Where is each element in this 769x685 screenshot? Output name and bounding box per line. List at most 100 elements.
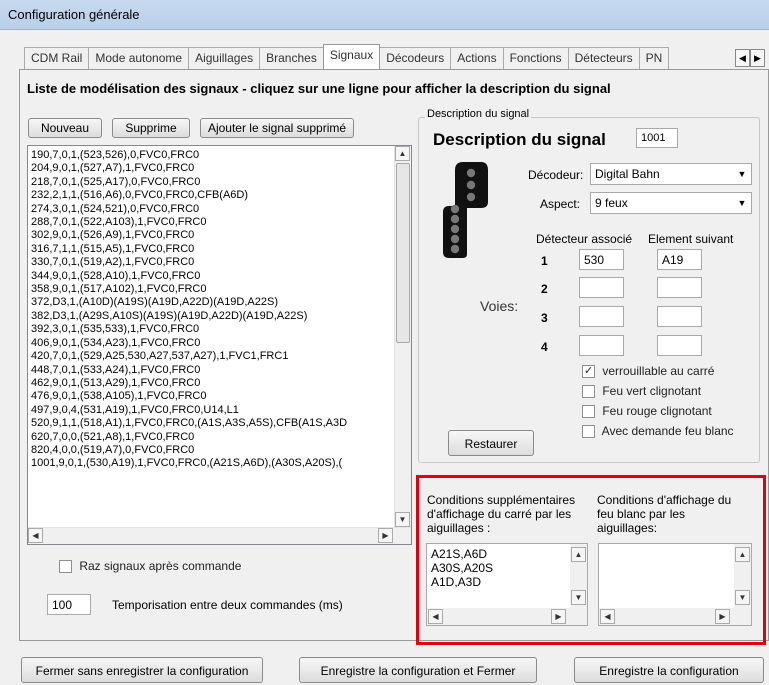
tempo-label: Temporisation entre deux commandes (ms) bbox=[112, 598, 343, 612]
list-item[interactable]: 406,9,0,1,(534,A23),1,FVC0,FRC0 bbox=[31, 337, 396, 350]
feu-rouge-checkbox[interactable] bbox=[582, 405, 595, 419]
window-title: Configuration générale bbox=[0, 0, 769, 30]
tab-signaux[interactable]: Signaux bbox=[322, 44, 381, 69]
verrouillable-label: verrouillable au carré bbox=[602, 364, 715, 378]
voie-number-3: 3 bbox=[541, 311, 548, 325]
next-element-column-header: Element suivant bbox=[648, 232, 734, 246]
dropdown-arrow-icon[interactable]: ▼ bbox=[733, 164, 751, 184]
save-and-close-button[interactable]: Enregistre la configuration et Fermer bbox=[299, 657, 537, 683]
feu-rouge-row[interactable]: Feu rouge clignotant bbox=[582, 404, 712, 419]
voie-number-2: 2 bbox=[541, 282, 548, 296]
signal-list-items: 190,7,0,1,(523,526),0,FVC0,FRC0 204,9,0,… bbox=[28, 146, 396, 529]
save-button[interactable]: Enregistre la configuration bbox=[574, 657, 764, 683]
list-item[interactable]: 497,9,0,4,(531,A19),1,FVC0,FRC0,U14,L1 bbox=[31, 404, 396, 417]
scroll-up-icon[interactable]: ▲ bbox=[395, 146, 410, 161]
detector-input-1[interactable]: 530 bbox=[579, 249, 624, 270]
signal-list-hscroll[interactable]: ◀ ▶ bbox=[28, 527, 411, 544]
list-item[interactable]: 358,9,0,1,(517,A102),1,FVC0,FRC0 bbox=[31, 283, 396, 296]
raz-label: Raz signaux après commande bbox=[79, 559, 242, 573]
list-item[interactable]: 520,9,1,1,(518,A1),1,FVC0,FRC0,(A1S,A3S,… bbox=[31, 417, 396, 430]
list-item[interactable]: 302,9,0,1,(526,A9),1,FVC0,FRC0 bbox=[31, 229, 396, 242]
feu-blanc-row[interactable]: Avec demande feu blanc bbox=[582, 424, 734, 439]
next-element-input-3[interactable] bbox=[657, 306, 702, 327]
list-item[interactable]: 620,7,0,0,(521,A8),1,FVC0,FRC0 bbox=[31, 431, 396, 444]
list-item[interactable]: 462,9,0,1,(513,A29),1,FVC0,FRC0 bbox=[31, 377, 396, 390]
description-groupbox-title: Description du signal bbox=[425, 108, 532, 120]
signal-list-vscroll[interactable]: ▲ ▼ bbox=[394, 146, 411, 529]
voies-label: Voies: bbox=[480, 298, 519, 314]
description-heading: Description du signal bbox=[433, 130, 606, 149]
list-item[interactable]: 218,7,0,1,(525,A17),0,FVC0,FRC0 bbox=[31, 176, 396, 189]
feu-vert-label: Feu vert clignotant bbox=[602, 384, 702, 398]
feu-vert-checkbox[interactable] bbox=[582, 385, 595, 399]
tab-aiguillages[interactable]: Aiguillages bbox=[188, 47, 261, 69]
new-signal-button[interactable]: Nouveau bbox=[28, 118, 102, 138]
feu-blanc-checkbox[interactable] bbox=[582, 425, 595, 439]
list-item[interactable]: 274,3,0,1,(524,521),0,FVC0,FRC0 bbox=[31, 203, 396, 216]
tempo-input[interactable]: 100 bbox=[47, 594, 91, 615]
list-item[interactable]: 448,7,0,1,(533,A24),1,FVC0,FRC0 bbox=[31, 364, 396, 377]
tab-actions[interactable]: Actions bbox=[450, 47, 504, 69]
signal-number-field[interactable]: 1001 bbox=[636, 128, 678, 148]
detector-input-4[interactable] bbox=[579, 335, 624, 356]
list-item[interactable]: 316,7,1,1,(515,A5),1,FVC0,FRC0 bbox=[31, 243, 396, 256]
restore-button[interactable]: Restaurer bbox=[448, 430, 534, 456]
tab-scroll-right-icon[interactable]: ▶ bbox=[750, 49, 765, 67]
tab-pn[interactable]: PN bbox=[638, 47, 670, 69]
tab-branches[interactable]: Branches bbox=[259, 47, 324, 69]
list-item[interactable]: 288,7,0,1,(522,A103),1,FVC0,FRC0 bbox=[31, 216, 396, 229]
tab-cdm-rail[interactable]: CDM Rail bbox=[24, 47, 90, 69]
list-item[interactable]: 1001,9,0,1,(530,A19),1,FVC0,FRC0,(A21S,A… bbox=[31, 457, 396, 470]
list-item[interactable]: 190,7,0,1,(523,526),0,FVC0,FRC0 bbox=[31, 149, 396, 162]
decoder-value: Digital Bahn bbox=[595, 167, 660, 181]
highlight-frame bbox=[416, 475, 766, 645]
list-item[interactable]: 392,3,0,1,(535,533),1,FVC0,FRC0 bbox=[31, 323, 396, 336]
list-item[interactable]: 204,9,0,1,(527,A7),1,FVC0,FRC0 bbox=[31, 162, 396, 175]
list-item[interactable]: 420,7,0,1,(529,A25,530,A27,537,A27),1,FV… bbox=[31, 350, 396, 363]
raz-checkbox-row[interactable]: Raz signaux après commande bbox=[59, 559, 242, 574]
voie-number-1: 1 bbox=[541, 254, 548, 268]
decoder-select[interactable]: Digital Bahn ▼ bbox=[590, 163, 752, 185]
next-element-input-2[interactable] bbox=[657, 277, 702, 298]
tab-scroll-buttons: ◀ ▶ bbox=[735, 49, 765, 67]
detector-input-3[interactable] bbox=[579, 306, 624, 327]
next-element-input-4[interactable] bbox=[657, 335, 702, 356]
list-item[interactable]: 344,9,0,1,(528,A10),1,FVC0,FRC0 bbox=[31, 270, 396, 283]
raz-checkbox[interactable] bbox=[59, 560, 72, 574]
scroll-thumb[interactable] bbox=[396, 163, 410, 343]
list-item[interactable]: 820,4,0,0,(519,A7),0,FVC0,FRC0 bbox=[31, 444, 396, 457]
list-item[interactable]: 372,D3,1,(A10D)(A19S)(A19D,A22D)(A19D,A2… bbox=[31, 296, 396, 309]
signal-list[interactable]: 190,7,0,1,(523,526),0,FVC0,FRC0 204,9,0,… bbox=[27, 145, 412, 545]
tab-mode-autonome[interactable]: Mode autonome bbox=[88, 47, 190, 69]
delete-signal-button[interactable]: Supprime bbox=[112, 118, 190, 138]
feu-vert-row[interactable]: Feu vert clignotant bbox=[582, 384, 702, 399]
scroll-down-icon[interactable]: ▼ bbox=[395, 512, 410, 527]
list-item[interactable]: 382,D3,1,(A29S,A10S)(A19S)(A19D,A22D)(A1… bbox=[31, 310, 396, 323]
voie-number-4: 4 bbox=[541, 340, 548, 354]
aspect-select[interactable]: 9 feux ▼ bbox=[590, 192, 752, 214]
tab-fonctions[interactable]: Fonctions bbox=[502, 47, 569, 69]
list-heading: Liste de modélisation des signaux - cliq… bbox=[27, 81, 611, 96]
list-item[interactable]: 476,9,0,1,(538,A105),1,FVC0,FRC0 bbox=[31, 390, 396, 403]
detector-column-header: Détecteur associé bbox=[536, 232, 633, 246]
list-item[interactable]: 232,2,1,1,(516,A6),0,FVC0,FRC0,CFB(A6D) bbox=[31, 189, 396, 202]
check-icon[interactable]: ✓ bbox=[582, 365, 595, 379]
signal-9-lights-icon bbox=[443, 162, 488, 258]
dropdown-arrow-icon[interactable]: ▼ bbox=[733, 193, 751, 213]
tab-detecteurs[interactable]: Détecteurs bbox=[567, 47, 640, 69]
verrouillable-row[interactable]: ✓ verrouillable au carré bbox=[582, 364, 715, 379]
aspect-value: 9 feux bbox=[595, 196, 628, 210]
close-without-saving-button[interactable]: Fermer sans enregistrer la configuration bbox=[21, 657, 263, 683]
next-element-input-1[interactable]: A19 bbox=[657, 249, 702, 270]
aspect-label: Aspect: bbox=[540, 197, 581, 211]
scroll-left-icon[interactable]: ◀ bbox=[28, 528, 43, 543]
feu-rouge-label: Feu rouge clignotant bbox=[602, 404, 712, 418]
tab-scroll-left-icon[interactable]: ◀ bbox=[735, 49, 750, 67]
detector-input-2[interactable] bbox=[579, 277, 624, 298]
add-deleted-signal-button[interactable]: Ajouter le signal supprimé bbox=[200, 118, 354, 138]
feu-blanc-label: Avec demande feu blanc bbox=[601, 424, 734, 438]
list-item[interactable]: 330,7,0,1,(519,A2),1,FVC0,FRC0 bbox=[31, 256, 396, 269]
decoder-label: Décodeur: bbox=[528, 168, 584, 182]
scroll-right-icon[interactable]: ▶ bbox=[378, 528, 393, 543]
tab-decodeurs[interactable]: Décodeurs bbox=[379, 47, 452, 69]
